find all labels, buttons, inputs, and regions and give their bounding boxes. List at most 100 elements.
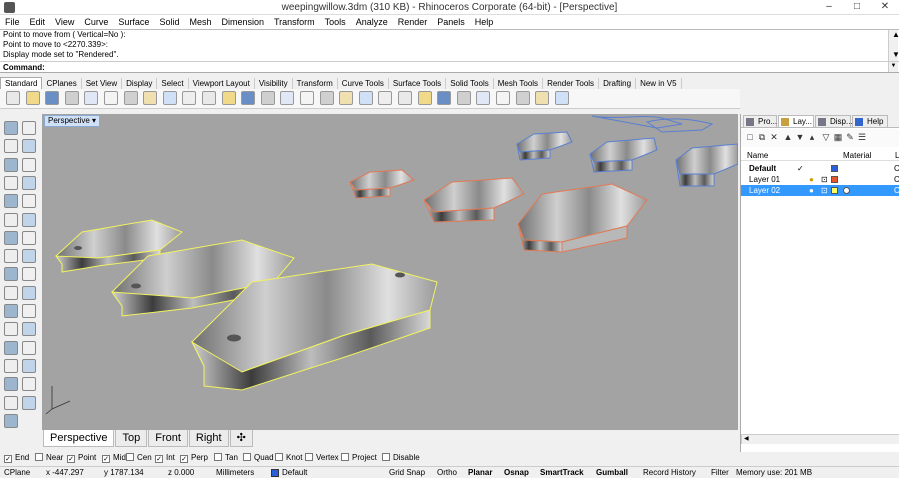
pan-icon[interactable] xyxy=(182,91,197,105)
layers-h-scrollbar[interactable]: ◀ xyxy=(741,434,899,444)
checkbox-icon[interactable] xyxy=(243,453,251,461)
checkbox-icon[interactable] xyxy=(275,453,283,461)
osnap-perp[interactable]: ✓ Perp xyxy=(180,453,208,463)
menu-help[interactable]: Help xyxy=(470,15,499,29)
blue-curve[interactable] xyxy=(645,118,714,133)
maximize-button[interactable]: □ xyxy=(843,0,871,14)
import-icon[interactable] xyxy=(84,91,99,105)
units-label[interactable]: Millimeters xyxy=(216,468,254,478)
select-points-icon[interactable] xyxy=(22,121,36,135)
orange-object[interactable] xyxy=(517,183,648,253)
surface-icon[interactable] xyxy=(22,212,36,227)
add-viewport-tab-icon[interactable]: ✣ xyxy=(229,430,253,447)
filter-icon[interactable]: ▽ xyxy=(821,132,831,143)
osnap-knot[interactable]: Knot xyxy=(275,453,302,463)
column-material[interactable]: Material xyxy=(843,151,871,160)
new-sublayer-icon[interactable]: ⧉ xyxy=(757,132,767,143)
layer-row[interactable]: Layer 02 ● ⊡ C xyxy=(741,185,899,196)
move-to-parent-icon[interactable]: ▴ xyxy=(807,132,817,143)
mirror-icon[interactable] xyxy=(4,304,18,318)
checkbox-icon[interactable]: ✓ xyxy=(155,455,163,463)
checkbox-icon[interactable] xyxy=(126,453,134,461)
menu-solid[interactable]: Solid xyxy=(154,15,184,29)
layer-color-swatch[interactable] xyxy=(831,176,838,183)
tab-top[interactable]: Top xyxy=(115,430,148,447)
current-layer[interactable]: Default xyxy=(282,468,307,478)
dimension-icon[interactable] xyxy=(22,322,36,337)
group-icon[interactable] xyxy=(22,340,36,355)
block-icon[interactable] xyxy=(4,340,18,355)
circle-icon[interactable] xyxy=(4,157,18,172)
command-history[interactable]: Point to move from ( Vertical=No ): Poin… xyxy=(0,29,899,62)
planar-toggle[interactable]: Planar xyxy=(468,468,492,478)
menu-dimension[interactable]: Dimension xyxy=(216,15,269,29)
blue-object[interactable] xyxy=(589,137,658,173)
menu-mesh[interactable]: Mesh xyxy=(184,15,216,29)
smarttrack-toggle[interactable]: SmartTrack xyxy=(540,468,584,478)
close-button[interactable]: ✕ xyxy=(871,0,899,14)
menu-surface[interactable]: Surface xyxy=(113,15,154,29)
material-icon[interactable] xyxy=(437,91,452,105)
undo-view-icon[interactable] xyxy=(300,91,314,105)
arc-icon[interactable] xyxy=(22,157,36,172)
tab-properties[interactable]: Pro... xyxy=(743,115,777,128)
menu-analyze[interactable]: Analyze xyxy=(351,15,393,29)
color-icon[interactable] xyxy=(456,91,471,105)
osnap-point[interactable]: ✓ Point xyxy=(67,453,96,463)
cut-icon[interactable] xyxy=(104,91,118,105)
delete-layer-icon[interactable]: ✕ xyxy=(769,132,779,143)
menu-render[interactable]: Render xyxy=(393,15,433,29)
layer-name[interactable]: Default xyxy=(749,163,776,174)
scale-icon[interactable] xyxy=(22,304,36,318)
select-layer-icon[interactable]: ☰ xyxy=(857,132,867,143)
render-sphere-icon[interactable] xyxy=(476,91,491,105)
lock-icon[interactable]: ⊡ xyxy=(821,174,828,185)
paste-icon[interactable] xyxy=(143,91,158,105)
tab-help[interactable]: Help xyxy=(852,115,888,128)
copy-icon[interactable] xyxy=(123,91,138,105)
column-name[interactable]: Name xyxy=(747,151,768,160)
minimize-button[interactable]: – xyxy=(815,0,843,14)
move-icon[interactable] xyxy=(22,285,36,300)
lock-icon[interactable] xyxy=(417,91,432,105)
zoom-dynamic-icon[interactable] xyxy=(221,91,236,105)
osnap-tan[interactable]: Tan xyxy=(214,453,238,463)
osnap-project[interactable]: Project xyxy=(341,453,377,463)
menu-panels[interactable]: Panels xyxy=(432,15,470,29)
osnap-mid[interactable]: ✓ Mid xyxy=(102,453,126,463)
layer-row[interactable]: Layer 01 ● ⊡ C xyxy=(741,174,899,185)
checkbox-icon[interactable]: ✓ xyxy=(4,455,12,463)
polyline-icon[interactable] xyxy=(4,139,18,154)
curve-icon[interactable] xyxy=(22,139,36,154)
move-up-icon[interactable]: ▲ xyxy=(783,132,793,143)
rectangle-icon[interactable] xyxy=(22,175,36,190)
layer-props-icon[interactable]: ▦ xyxy=(833,132,843,143)
current-layer-check[interactable]: ✓ xyxy=(797,163,804,174)
save-icon[interactable] xyxy=(45,91,60,105)
environment-icon[interactable] xyxy=(515,91,530,105)
ortho-toggle[interactable]: Ortho xyxy=(437,468,457,478)
tab-front[interactable]: Front xyxy=(148,430,188,447)
osnap-icon[interactable] xyxy=(358,91,373,105)
layer-row[interactable]: Default ✓ C xyxy=(741,163,899,174)
grid-icon[interactable] xyxy=(339,91,354,105)
menu-transform[interactable]: Transform xyxy=(269,15,320,29)
layer-name[interactable]: Layer 01 xyxy=(749,174,780,185)
sweep-icon[interactable] xyxy=(22,230,36,245)
menu-tools[interactable]: Tools xyxy=(320,15,351,29)
history-icon[interactable] xyxy=(4,395,18,410)
checkbox-icon[interactable] xyxy=(214,453,222,461)
tab-display[interactable]: Disp... xyxy=(815,115,853,128)
layer-color-swatch[interactable] xyxy=(831,187,838,194)
menu-curve[interactable]: Curve xyxy=(79,15,113,29)
osnap-near[interactable]: Near xyxy=(35,453,63,463)
osnap-cen[interactable]: Cen xyxy=(126,453,152,463)
open-file-icon[interactable] xyxy=(25,91,40,105)
visibility-bulb-icon[interactable]: ● xyxy=(809,185,814,196)
rotate-view-icon[interactable] xyxy=(202,91,216,105)
blue-object[interactable] xyxy=(516,131,573,161)
layer-color-swatch[interactable] xyxy=(831,165,838,172)
array-icon[interactable] xyxy=(4,285,18,300)
extrude-icon[interactable] xyxy=(4,230,18,245)
new-layer-icon[interactable]: □ xyxy=(745,132,755,143)
